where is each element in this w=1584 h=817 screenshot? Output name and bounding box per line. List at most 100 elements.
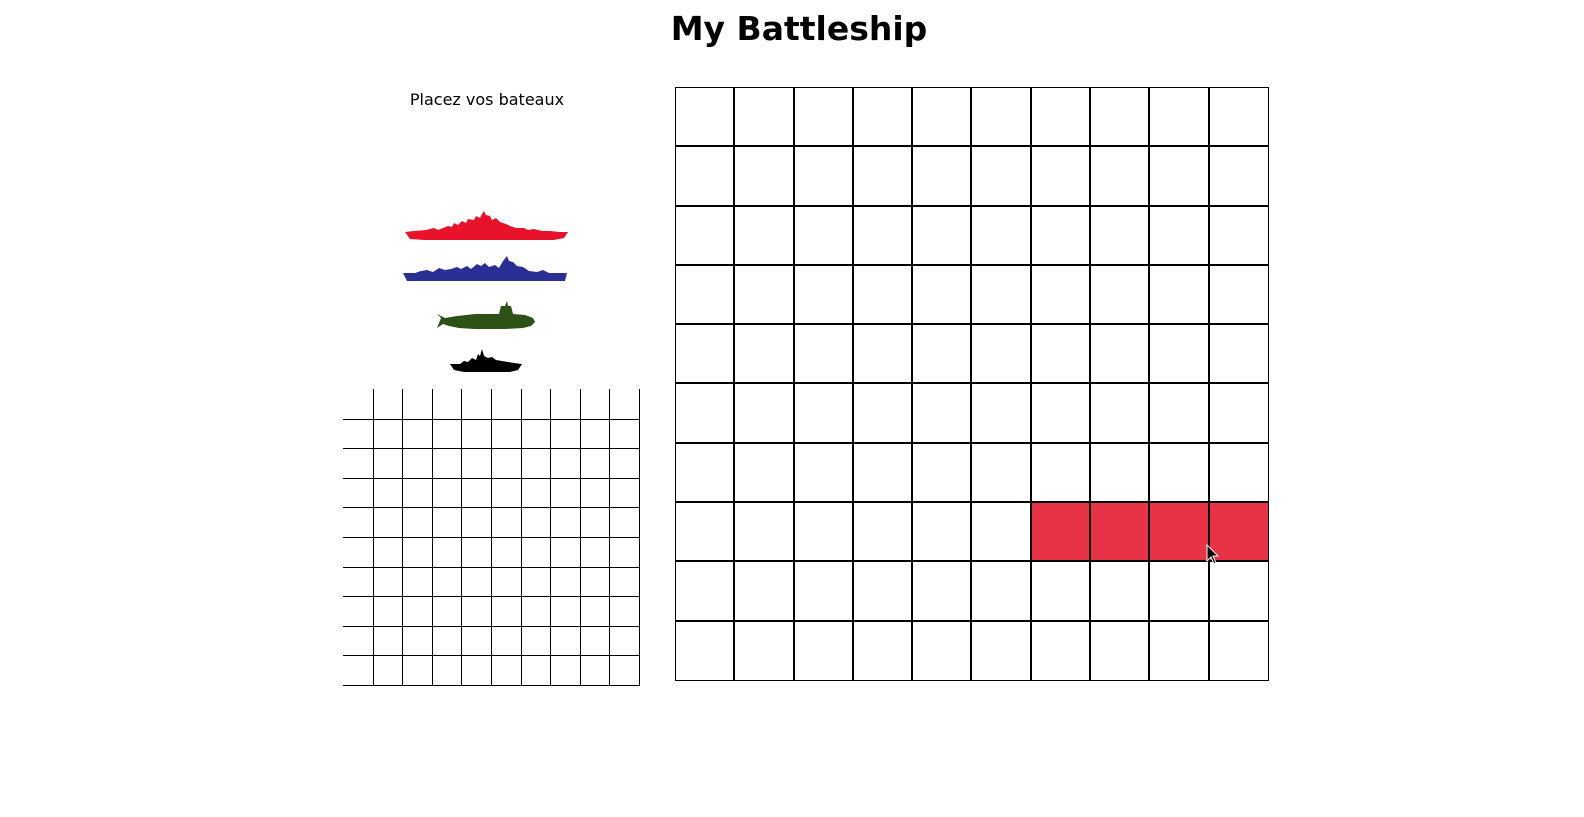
target-grid-cell[interactable] (913, 325, 973, 385)
player-grid-cell[interactable] (609, 448, 639, 478)
player-grid-cell[interactable] (579, 389, 610, 419)
target-grid-cell[interactable] (735, 384, 795, 444)
target-grid-cell[interactable] (972, 621, 1032, 681)
player-grid-cell[interactable] (343, 566, 373, 597)
target-grid-cell[interactable] (853, 384, 914, 444)
player-grid-cell[interactable] (520, 507, 551, 537)
player-grid-cell[interactable] (520, 389, 551, 419)
target-grid-cell[interactable] (1031, 265, 1092, 326)
player-grid-cell[interactable] (431, 566, 462, 597)
player-grid-cell[interactable] (461, 625, 491, 656)
target-grid-cell[interactable] (794, 503, 854, 563)
player-grid-cell[interactable] (579, 537, 610, 567)
target-grid-cell[interactable] (1209, 621, 1269, 681)
ship-submarine[interactable] (435, 300, 537, 334)
ship-patrol-boat[interactable] (450, 348, 522, 376)
player-grid-cell[interactable] (550, 418, 580, 449)
target-grid-cell[interactable] (913, 443, 973, 504)
player-grid-cell[interactable] (579, 507, 610, 537)
target-grid-cell[interactable] (972, 147, 1032, 207)
player-grid-cell[interactable] (491, 625, 521, 656)
target-grid-cell[interactable] (1150, 88, 1210, 148)
player-grid-cell[interactable] (431, 507, 462, 537)
target-grid-cell[interactable] (972, 325, 1032, 385)
target-grid-cell[interactable] (1209, 147, 1269, 207)
target-grid-cell[interactable] (676, 325, 736, 385)
player-grid-cell[interactable] (372, 625, 403, 656)
player-grid-cell[interactable] (550, 625, 580, 656)
player-grid-cell[interactable] (609, 507, 639, 537)
player-grid-cell[interactable] (520, 566, 551, 597)
target-grid-cell[interactable] (1150, 384, 1210, 444)
player-grid-cell[interactable] (491, 507, 521, 537)
target-grid-cell[interactable] (913, 562, 973, 622)
target-grid-cell[interactable] (853, 265, 914, 326)
player-grid-cell[interactable] (402, 448, 432, 478)
player-grid-cell[interactable] (520, 537, 551, 567)
player-grid-cell[interactable] (343, 507, 373, 537)
player-grid-cell[interactable] (609, 389, 639, 419)
target-grid-cell[interactable] (735, 88, 795, 148)
player-grid-cell[interactable] (461, 655, 491, 685)
target-grid-cell-highlighted[interactable] (1150, 503, 1210, 563)
target-grid-cell[interactable] (853, 88, 914, 148)
target-grid-cell[interactable] (676, 503, 736, 563)
player-grid-cell[interactable] (609, 418, 639, 449)
target-grid-cell[interactable] (1150, 265, 1210, 326)
ship-battleship[interactable] (404, 210, 568, 242)
player-grid-cell[interactable] (372, 477, 403, 508)
player-grid-cell[interactable] (372, 655, 403, 685)
target-grid-cell[interactable] (1031, 206, 1092, 266)
player-grid-cell[interactable] (520, 625, 551, 656)
target-grid-cell[interactable] (676, 206, 736, 266)
player-grid-cell[interactable] (402, 389, 432, 419)
target-grid-cell[interactable] (1091, 621, 1151, 681)
player-grid-cell[interactable] (431, 477, 462, 508)
player-grid-cell[interactable] (550, 596, 580, 626)
player-grid-cell[interactable] (609, 566, 639, 597)
target-grid-cell[interactable] (794, 88, 854, 148)
player-grid-cell[interactable] (402, 596, 432, 626)
player-grid-cell[interactable] (520, 418, 551, 449)
player-grid-cell[interactable] (372, 507, 403, 537)
player-grid-cell[interactable] (402, 418, 432, 449)
target-grid-cell[interactable] (735, 503, 795, 563)
player-grid-cell[interactable] (343, 477, 373, 508)
target-grid-cell[interactable] (1150, 562, 1210, 622)
player-grid-cell[interactable] (550, 448, 580, 478)
target-grid-cell[interactable] (913, 206, 973, 266)
player-grid-cell[interactable] (372, 389, 403, 419)
target-grid-cell[interactable] (676, 147, 736, 207)
player-grid-cell[interactable] (431, 596, 462, 626)
target-grid-cell[interactable] (794, 621, 854, 681)
target-grid-cell[interactable] (853, 147, 914, 207)
player-grid-cell[interactable] (550, 507, 580, 537)
target-grid-cell[interactable] (1209, 88, 1269, 148)
target-grid-cell[interactable] (794, 206, 854, 266)
target-grid-cell[interactable] (972, 562, 1032, 622)
target-grid-cell[interactable] (1209, 562, 1269, 622)
player-grid-cell[interactable] (491, 448, 521, 478)
target-grid-cell[interactable] (913, 88, 973, 148)
player-grid-cell[interactable] (431, 418, 462, 449)
player-grid-cell[interactable] (609, 537, 639, 567)
player-grid-cell[interactable] (402, 625, 432, 656)
player-grid-cell[interactable] (520, 477, 551, 508)
player-grid-cell[interactable] (579, 448, 610, 478)
player-grid-cell[interactable] (579, 566, 610, 597)
target-grid-cell[interactable] (794, 562, 854, 622)
player-grid-cell[interactable] (431, 537, 462, 567)
player-grid-cell[interactable] (491, 537, 521, 567)
player-grid-cell[interactable] (461, 566, 491, 597)
target-grid-cell[interactable] (1209, 265, 1269, 326)
target-grid-cell[interactable] (1150, 621, 1210, 681)
player-grid-cell[interactable] (579, 625, 610, 656)
player-grid-cell[interactable] (372, 537, 403, 567)
player-grid-cell[interactable] (491, 477, 521, 508)
target-grid-cell[interactable] (1031, 621, 1092, 681)
target-grid-cell[interactable] (794, 443, 854, 504)
player-grid-cell[interactable] (402, 655, 432, 685)
player-grid-cell[interactable] (343, 537, 373, 567)
target-grid-cell-highlighted[interactable] (1209, 503, 1269, 563)
target-grid-cell[interactable] (1031, 325, 1092, 385)
